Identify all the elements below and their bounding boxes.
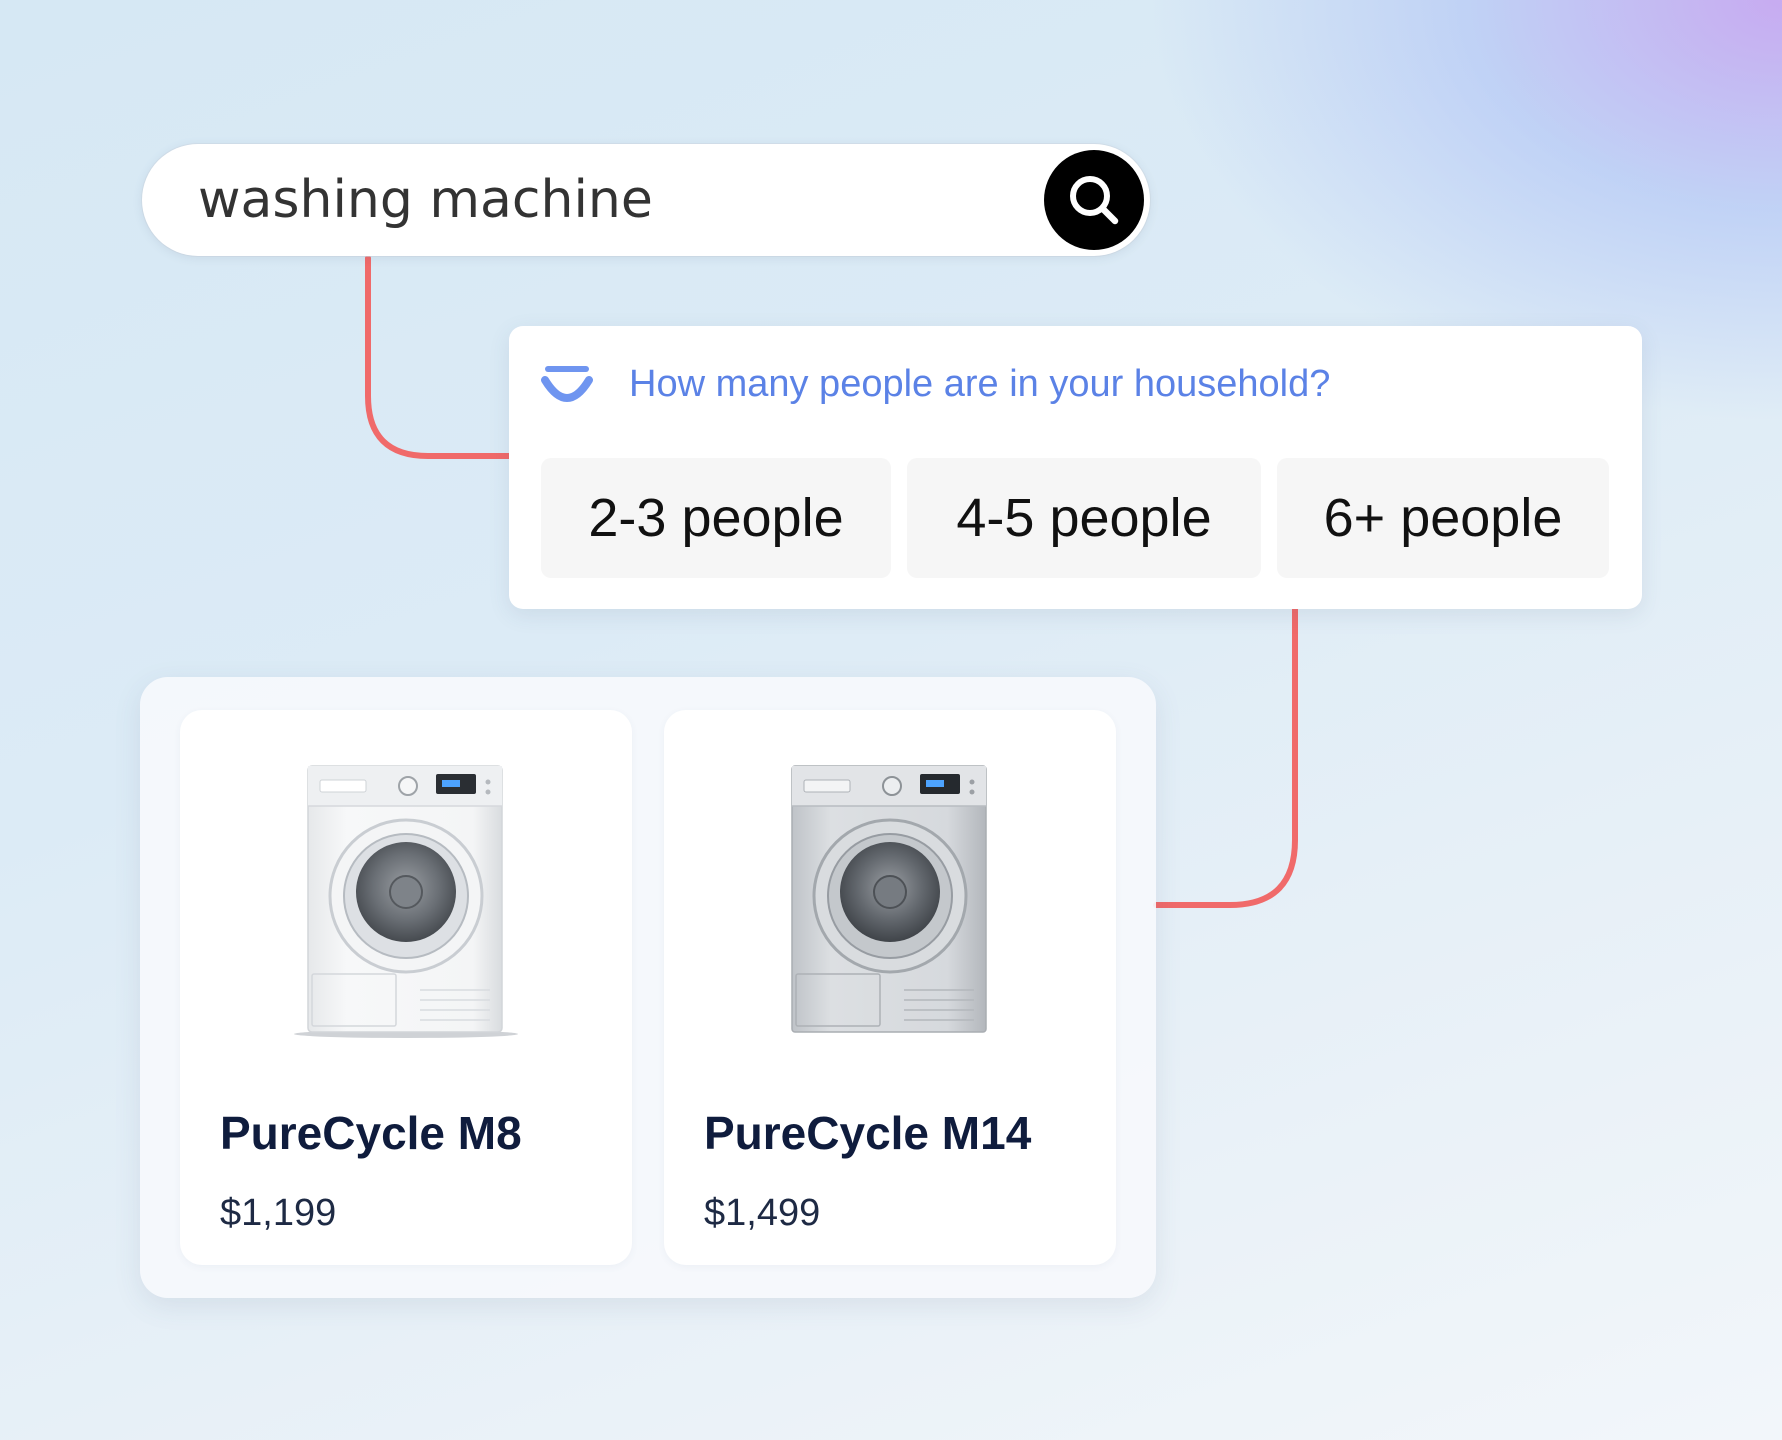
product-name: PureCycle M8 <box>220 1107 522 1159</box>
connector-question-to-results <box>1153 606 1298 908</box>
search-input[interactable] <box>198 162 1018 238</box>
product-price: $1,499 <box>704 1192 821 1234</box>
product-card[interactable]: PureCycle M8 $1,199 <box>180 710 632 1265</box>
search-button[interactable] <box>1044 150 1144 250</box>
option-2-3-people[interactable]: 2-3 people <box>541 458 891 578</box>
product-name: PureCycle M14 <box>704 1107 1032 1159</box>
search-bar <box>142 144 1150 256</box>
option-6-plus-people[interactable]: 6+ people <box>1277 458 1609 578</box>
washing-machine-white-icon <box>294 765 518 1038</box>
product-card[interactable]: PureCycle M14 $1,499 <box>664 710 1116 1265</box>
assistant-logo-icon <box>541 366 593 402</box>
answer-options: 2-3 people 4-5 people 6+ people <box>541 458 1609 578</box>
product-price: $1,199 <box>220 1192 337 1234</box>
search-icon <box>1070 176 1119 225</box>
question-text: How many people are in your household? <box>629 363 1331 405</box>
washing-machine-silver-icon <box>791 765 987 1033</box>
option-4-5-people[interactable]: 4-5 people <box>907 458 1261 578</box>
question-card: How many people are in your household? 2… <box>509 326 1642 609</box>
results-panel: PureCycle M8 $1,199 PureCycle M14 $1,499 <box>140 677 1156 1298</box>
connector-search-to-question <box>365 255 512 459</box>
